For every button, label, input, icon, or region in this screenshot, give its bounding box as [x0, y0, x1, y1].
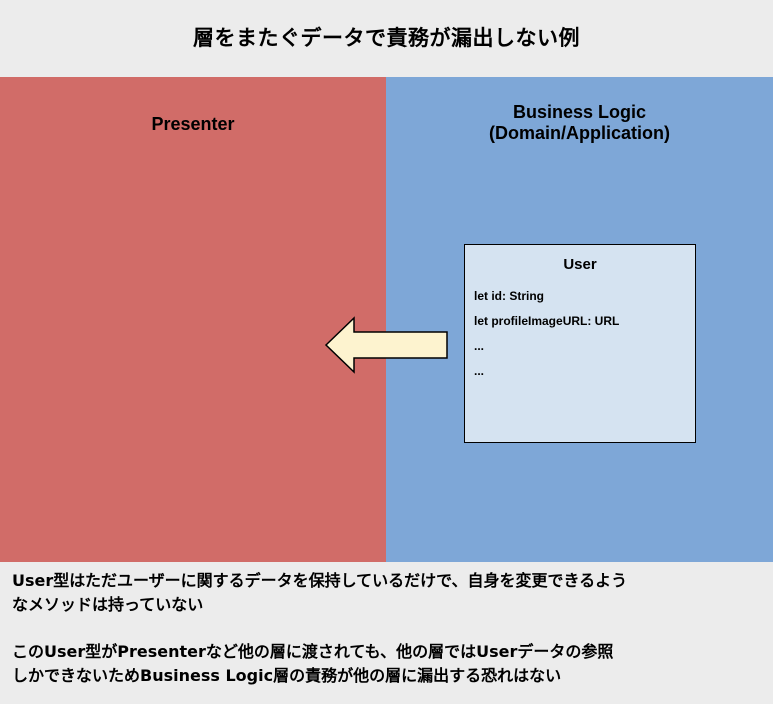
- presenter-layer-title: Presenter: [151, 114, 235, 134]
- description-paragraph-1: User型はただユーザーに関するデータを保持しているだけで、自身を変更できるよう…: [12, 569, 767, 617]
- user-field-ellipsis: ...: [474, 364, 485, 378]
- business-logic-layer-title: Business Logic (Domain/Application): [386, 102, 773, 144]
- description-line: User型はただユーザーに関するデータを保持しているだけで、自身を変更できるよう: [12, 571, 628, 590]
- user-type-box: User let id: String let profileImageURL:…: [464, 244, 696, 443]
- business-logic-title-line2: (Domain/Application): [489, 123, 670, 143]
- description-line: なメソッドは持っていない: [12, 595, 204, 614]
- user-field-profile-image-url: let profileImageURL: URL: [474, 314, 620, 328]
- description-paragraph-2: このUser型がPresenterなど他の層に渡されても、他の層ではUserデー…: [12, 640, 767, 688]
- user-field-id: let id: String: [474, 289, 544, 303]
- description-line: このUser型がPresenterなど他の層に渡されても、他の層ではUserデー…: [12, 642, 614, 661]
- description-line: しかできないためBusiness Logic層の責務が他の層に漏出する恐れはない: [12, 666, 562, 685]
- diagram-title: 層をまたぐデータで責務が漏出しない例: [193, 26, 580, 50]
- business-logic-title-line1: Business Logic: [512, 102, 647, 122]
- user-field-ellipsis: ...: [474, 339, 485, 353]
- left-arrow-icon: [324, 316, 448, 374]
- user-type-title: User: [563, 256, 597, 273]
